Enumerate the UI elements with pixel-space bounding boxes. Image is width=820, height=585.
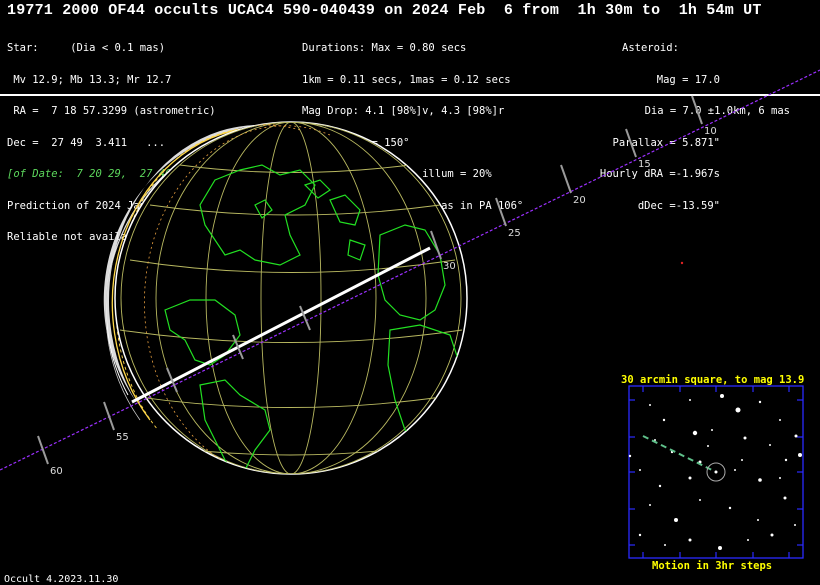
path-tick-label: 30 (443, 261, 456, 272)
star-dot (720, 394, 724, 398)
marker-dot (680, 261, 684, 265)
path-tick (103, 401, 115, 431)
star-dot (658, 484, 662, 488)
star-dot (689, 399, 691, 401)
star-dot (639, 469, 641, 471)
path-tick-label: 20 (573, 195, 586, 206)
earth-globe (114, 121, 468, 475)
star-dot (779, 477, 781, 479)
path-tick (691, 95, 703, 125)
path-tick (495, 197, 507, 227)
star-dot (747, 539, 749, 541)
path-tick-label: 55 (116, 432, 129, 443)
diagram-canvas: 10 15 20 25 30 55 60 (0, 69, 820, 559)
star-dot (649, 504, 651, 506)
star-dot (769, 444, 771, 446)
star-dot (728, 506, 732, 510)
path-tick (37, 435, 49, 465)
star-dot (688, 476, 692, 480)
star-dot (664, 544, 666, 546)
path-tick-label: 15 (638, 159, 651, 170)
star-dot (649, 404, 651, 406)
star-dot (692, 430, 698, 436)
star-dot (628, 454, 632, 458)
star-dot (794, 434, 798, 438)
path-tick (625, 128, 637, 158)
star-dot (783, 496, 787, 500)
inset-title: 30 arcmin square, to mag 13.9 (621, 374, 805, 386)
star-dot (758, 478, 762, 482)
star-dot (688, 538, 692, 542)
path-tick-label: 60 (50, 466, 63, 477)
star-dot (735, 407, 741, 413)
star-dot (662, 418, 666, 422)
star-dot (758, 400, 762, 404)
star-dot (794, 524, 796, 526)
star-dot (741, 459, 743, 461)
path-tick-label: 25 (508, 228, 521, 239)
star-dot (718, 546, 722, 550)
star-dot (711, 429, 713, 431)
star-dot (798, 453, 802, 457)
star-dot (674, 518, 678, 522)
star-dot (707, 445, 709, 447)
inset-footer: Motion in 3hr steps (652, 560, 773, 572)
version-footer: Occult 4.2023.11.30 (4, 574, 119, 585)
star-dot (757, 519, 759, 521)
star-dot (734, 469, 736, 471)
star-chart-inset (628, 385, 804, 559)
star-dot (638, 533, 642, 537)
path-tick (560, 164, 572, 194)
star-dot (770, 533, 774, 537)
target-star (714, 470, 718, 474)
star-dot (784, 458, 788, 462)
path-tick-label: 10 (704, 126, 717, 137)
star-dot (779, 419, 781, 421)
star-dot (699, 499, 701, 501)
star-dot (743, 436, 747, 440)
